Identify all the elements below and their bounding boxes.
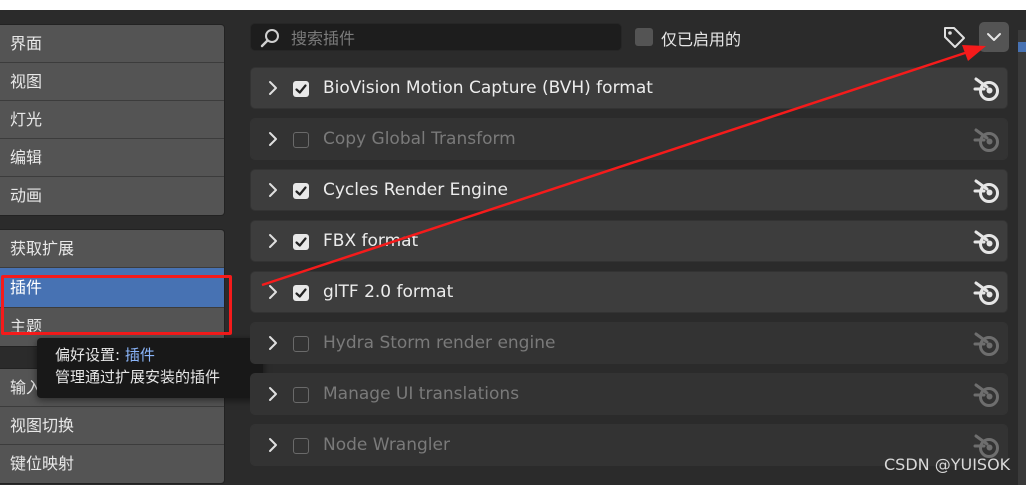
enabled-only-checkbox[interactable] <box>635 28 653 46</box>
chevron-down-icon <box>987 33 1001 41</box>
addon-name: FBX format <box>323 231 419 251</box>
sidebar-item-interface[interactable]: 界面 <box>0 25 224 63</box>
addon-name: Hydra Storm render engine <box>323 333 556 353</box>
addon-name: Manage UI translations <box>323 384 520 404</box>
expand-toggle[interactable] <box>265 284 281 304</box>
search-icon <box>260 29 279 48</box>
addon-name: Copy Global Transform <box>323 129 516 149</box>
sidebar-item-viewport[interactable]: 视图 <box>0 63 224 101</box>
sidebar-item-lights[interactable]: 灯光 <box>0 101 224 139</box>
expand-toggle[interactable] <box>265 437 281 457</box>
sidebar-item-get-extensions[interactable]: 获取扩展 <box>0 230 224 268</box>
addon-row[interactable]: glTF 2.0 format <box>250 271 1008 313</box>
tag-filter-button[interactable] <box>939 22 969 52</box>
tooltip-title: 偏好设置: 插件 <box>55 346 155 364</box>
sidebar-item-editing[interactable]: 编辑 <box>0 139 224 177</box>
blender-logo-icon <box>973 281 999 305</box>
addon-row[interactable]: Copy Global Transform <box>250 118 1008 160</box>
top-strip <box>0 0 1026 10</box>
addon-enable-checkbox[interactable] <box>293 336 309 352</box>
addon-enable-checkbox[interactable] <box>293 183 309 199</box>
enabled-only-label: 仅已启用的 <box>661 30 742 49</box>
blender-logo-icon <box>973 383 999 407</box>
blender-logo-icon <box>973 230 999 254</box>
addon-row[interactable]: Cycles Render Engine <box>250 169 1008 211</box>
sidebar-group-general: 界面 视图 灯光 编辑 动画 <box>0 24 225 216</box>
blender-logo-icon <box>973 332 999 356</box>
sidebar-item-keymap[interactable]: 键位映射 <box>0 445 224 483</box>
watermark: CSDN @YUISOK <box>884 455 1011 474</box>
search-box[interactable] <box>250 23 622 51</box>
addon-enable-checkbox[interactable] <box>293 234 309 250</box>
window-edge <box>1018 30 1026 485</box>
addon-enable-checkbox[interactable] <box>293 132 309 148</box>
tag-icon <box>944 27 965 48</box>
blender-logo-icon <box>973 77 999 101</box>
expand-toggle[interactable] <box>265 335 281 355</box>
addon-name: glTF 2.0 format <box>323 282 454 302</box>
chevron-right-icon[interactable] <box>265 182 281 198</box>
addon-row[interactable]: Hydra Storm render engine <box>250 322 1008 364</box>
sidebar-item-animation[interactable]: 动画 <box>0 177 224 215</box>
addon-enable-checkbox[interactable] <box>293 387 309 403</box>
expand-toggle[interactable] <box>265 182 281 202</box>
addon-name: BioVision Motion Capture (BVH) format <box>323 78 653 98</box>
tooltip-description: 管理通过扩展安装的插件 <box>55 368 221 386</box>
chevron-right-icon[interactable] <box>265 284 281 300</box>
expand-toggle[interactable] <box>265 80 281 100</box>
blender-logo-icon <box>973 179 999 203</box>
expand-toggle[interactable] <box>265 386 281 406</box>
filter-dropdown-button[interactable] <box>979 22 1009 52</box>
expand-toggle[interactable] <box>265 131 281 151</box>
chevron-right-icon[interactable] <box>265 131 281 147</box>
tooltip: 偏好设置: 插件 管理通过扩展安装的插件 <box>37 338 263 398</box>
addon-row[interactable]: BioVision Motion Capture (BVH) format <box>250 67 1008 109</box>
chevron-right-icon[interactable] <box>265 386 281 402</box>
chevron-right-icon[interactable] <box>265 233 281 249</box>
search-input[interactable] <box>289 26 613 50</box>
addon-enable-checkbox[interactable] <box>293 81 309 97</box>
sidebar-item-navigation[interactable]: 视图切换 <box>0 407 224 445</box>
expand-toggle[interactable] <box>265 233 281 253</box>
sidebar: 界面 视图 灯光 编辑 动画 获取扩展 插件 主题 输入 视图切换 键位映射 <box>0 10 236 485</box>
addons-panel: 仅已启用的 BioVision Motion Capture (BVH) for… <box>236 10 1026 485</box>
chevron-right-icon[interactable] <box>265 80 281 96</box>
highlight-annotation-box <box>1 275 232 335</box>
addon-row[interactable]: FBX format <box>250 220 1008 262</box>
addon-enable-checkbox[interactable] <box>293 438 309 454</box>
addon-name: Cycles Render Engine <box>323 180 508 200</box>
addon-name: Node Wrangler <box>323 435 450 455</box>
blender-logo-icon <box>973 128 999 152</box>
chevron-right-icon[interactable] <box>265 437 281 453</box>
addon-enable-checkbox[interactable] <box>293 285 309 301</box>
addon-row[interactable]: Manage UI translations <box>250 373 1008 415</box>
chevron-right-icon[interactable] <box>265 335 281 351</box>
